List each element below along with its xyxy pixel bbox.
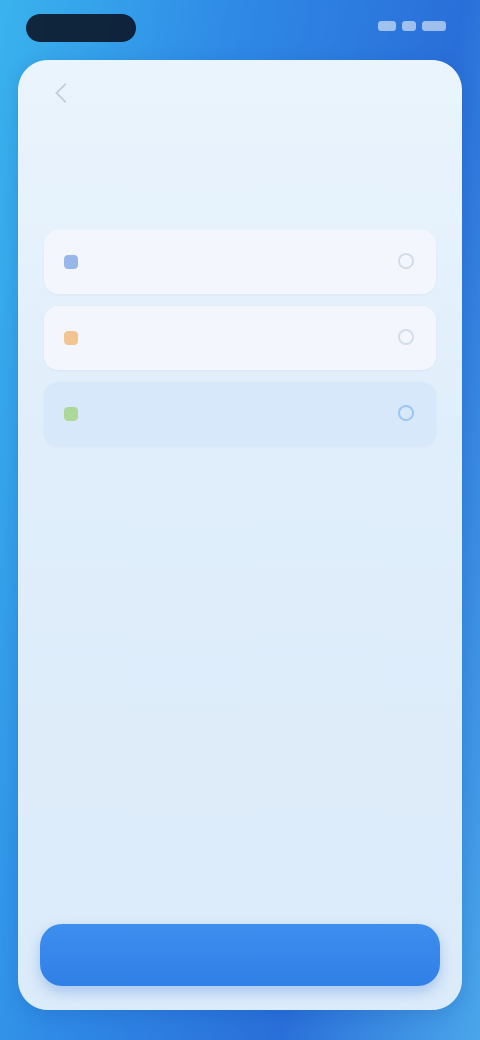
orange-square-icon xyxy=(64,331,78,345)
option-item-2[interactable] xyxy=(44,306,436,370)
radio-indicator[interactable] xyxy=(398,405,414,421)
option-item-1[interactable] xyxy=(44,230,436,294)
battery-icon xyxy=(422,21,446,31)
status-bar xyxy=(0,0,480,50)
status-time-pill xyxy=(26,14,136,42)
primary-button[interactable] xyxy=(40,924,440,986)
green-square-icon xyxy=(64,407,78,421)
card-header xyxy=(18,60,462,120)
back-arrow-icon[interactable] xyxy=(55,83,75,103)
main-card xyxy=(18,60,462,1010)
option-item-3[interactable] xyxy=(44,382,436,446)
wifi-icon xyxy=(402,21,416,31)
radio-indicator[interactable] xyxy=(398,253,414,269)
blue-square-icon xyxy=(64,255,78,269)
radio-indicator[interactable] xyxy=(398,329,414,345)
option-list xyxy=(44,230,436,458)
status-icons xyxy=(378,21,446,31)
signal-icon xyxy=(378,21,396,31)
